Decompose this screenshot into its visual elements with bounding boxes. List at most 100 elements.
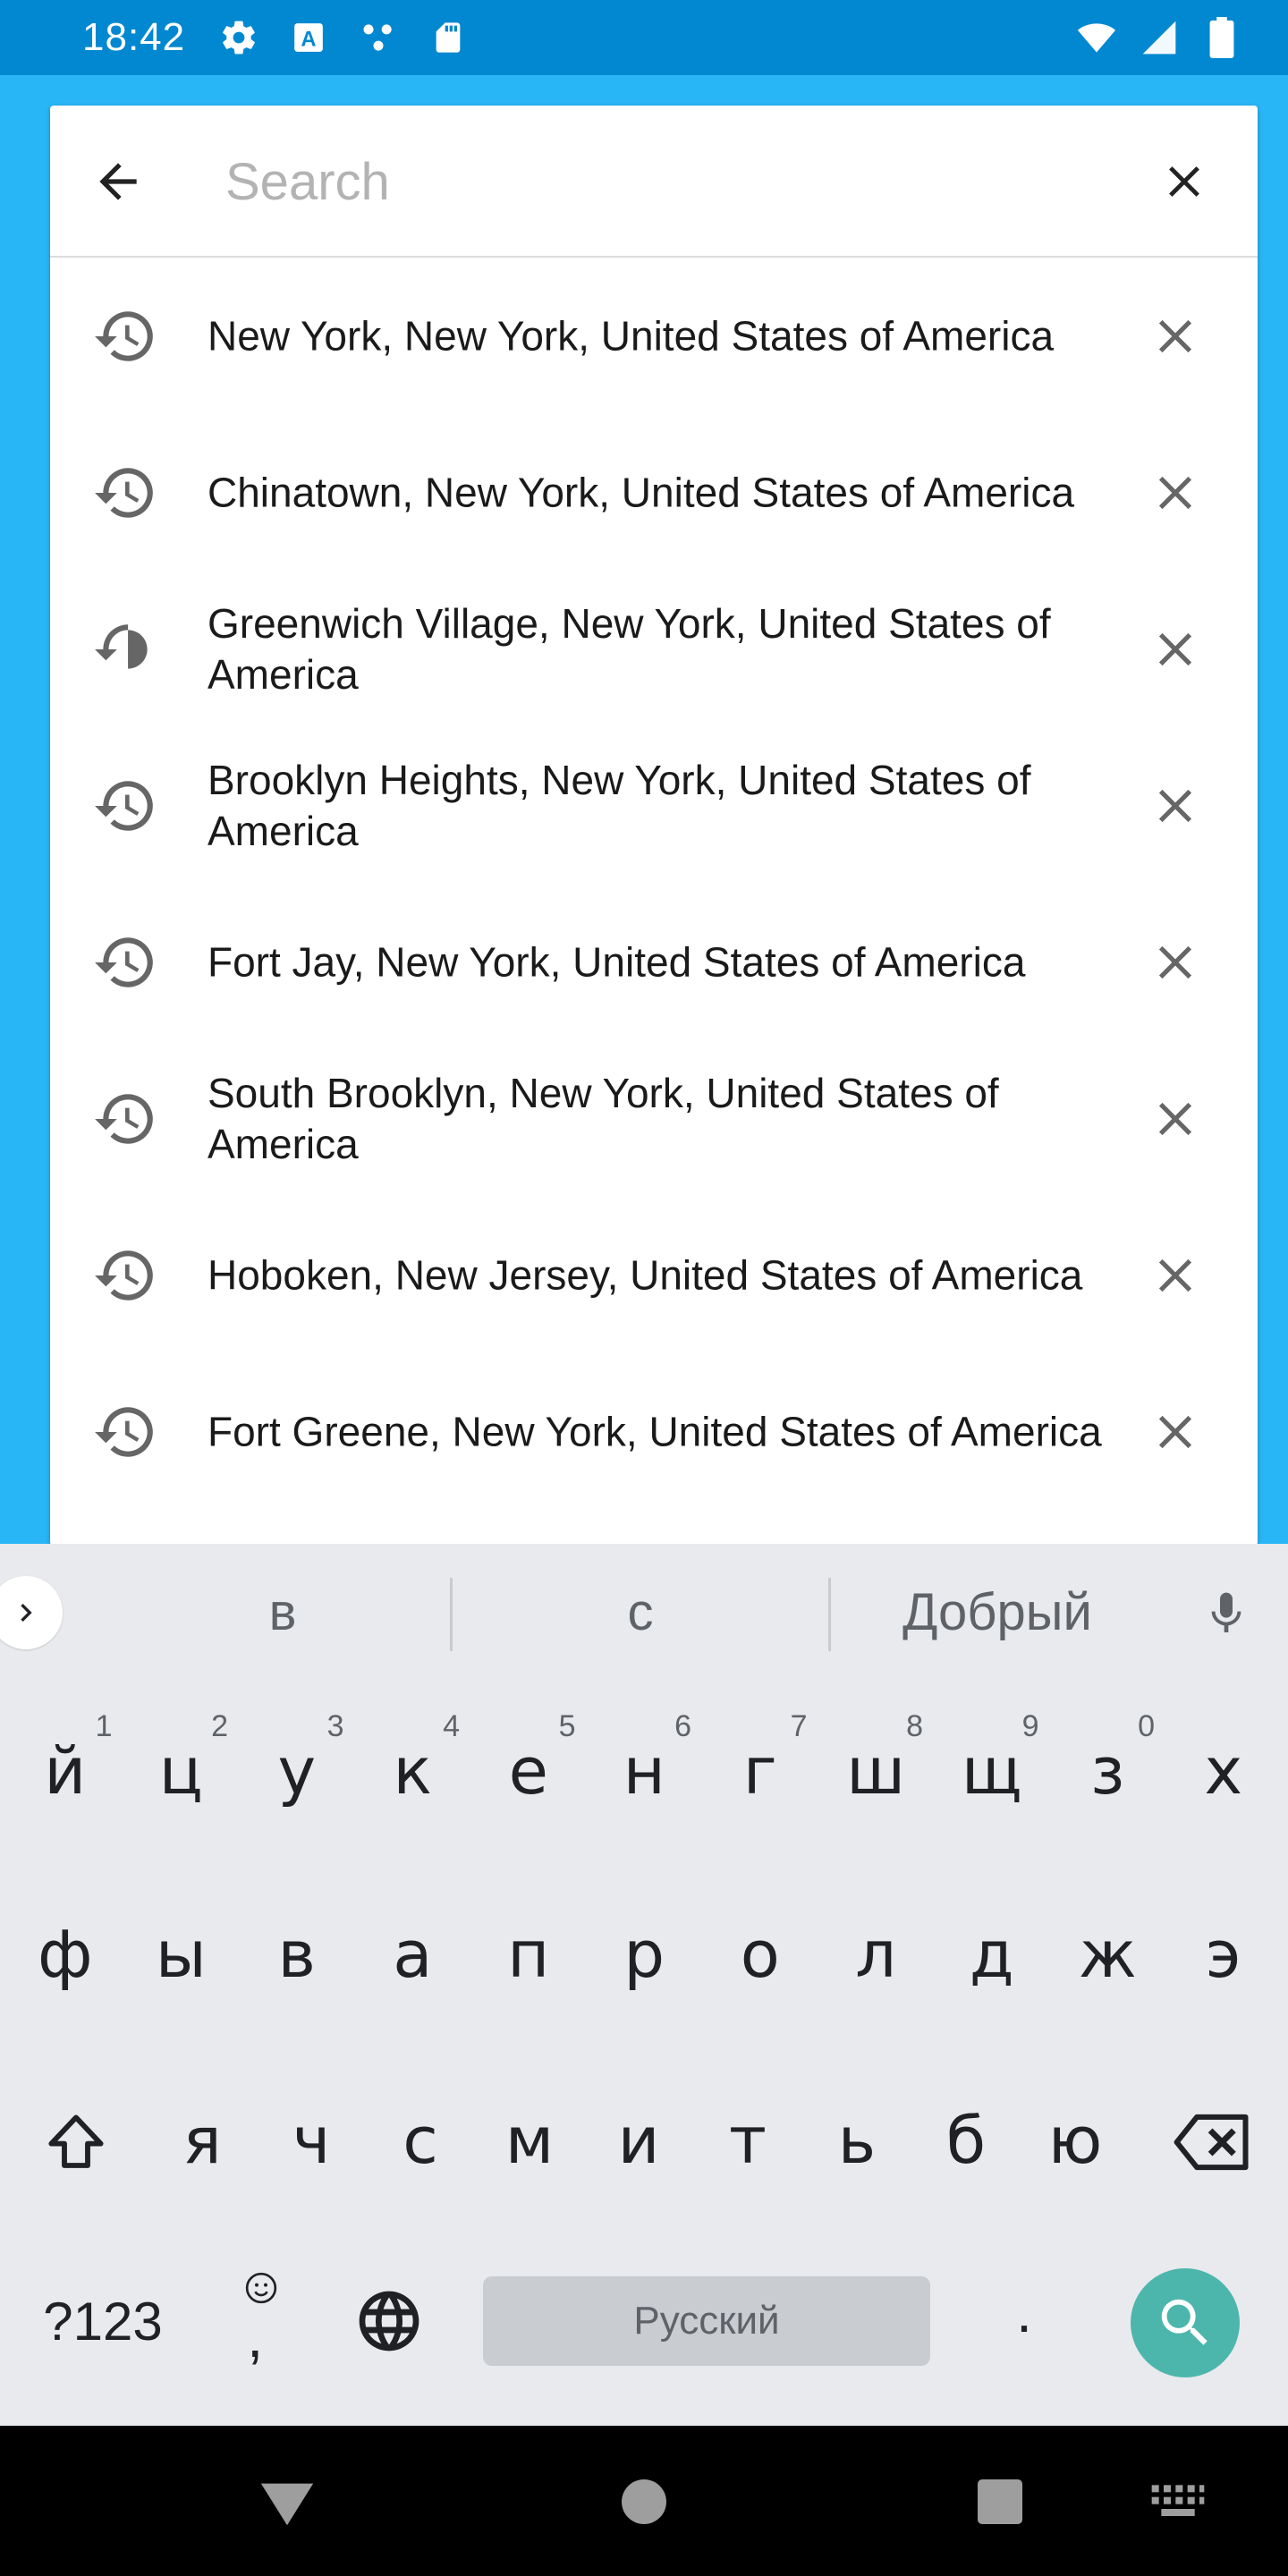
remove-item-icon[interactable] [1140,457,1211,529]
key-r2-0[interactable]: ф [7,1887,123,2021]
suggestion-1[interactable]: в [193,1576,372,1648]
back-nav-icon[interactable] [247,2462,327,2542]
remove-item-icon[interactable] [1140,1083,1211,1155]
search-key[interactable] [1131,2268,1240,2377]
key-label: я [182,2103,222,2178]
key-label: й [44,1733,87,1809]
search-card: New York, New York, United States of Ame… [50,106,1258,1546]
key-r2-9[interactable]: ж [1050,1887,1166,2021]
period-key[interactable]: . [984,2263,1064,2361]
key-label: в [277,1917,316,1992]
key-label: л [855,1917,897,1992]
key-r1-7[interactable]: ш8 [818,1704,935,1838]
remove-item-icon[interactable] [1140,614,1211,685]
history-item[interactable]: New York, New York, United States of Ame… [50,258,1258,414]
key-r3-2[interactable]: с [366,2073,475,2207]
symbols-key[interactable]: ?123 [18,2272,188,2370]
history-icon [91,615,159,683]
svg-text:A: A [301,28,317,52]
suggestion-divider [828,1578,831,1651]
history-item[interactable]: Brooklyn Heights, New York, United State… [50,727,1258,884]
key-label: г [742,1733,777,1809]
suggestion-3[interactable]: Добрый [859,1576,1136,1648]
keyboard-switch-icon[interactable] [1138,2462,1218,2542]
shift-key[interactable] [0,2093,152,2191]
key-r3-6[interactable]: ь [802,2073,911,2207]
key-hint: 9 [1021,1709,1039,1743]
suggestion-2[interactable]: с [551,1576,730,1648]
key-r2-7[interactable]: л [818,1887,935,2021]
chevron-right-icon[interactable] [0,1576,63,1649]
history-list: New York, New York, United States of Ame… [50,258,1258,1510]
key-r3-0[interactable]: я [148,2073,257,2207]
remove-item-icon[interactable] [1140,1240,1211,1311]
history-item-label: New York, New York, United States of Ame… [208,312,1055,359]
space-key[interactable]: Русский [483,2276,930,2366]
remove-item-icon[interactable] [1140,770,1211,842]
key-r1-2[interactable]: у3 [239,1704,355,1838]
key-label: р [623,1917,665,1992]
backspace-key[interactable] [1154,2093,1270,2191]
mic-icon[interactable] [1195,1578,1258,1649]
key-r1-1[interactable]: ц2 [123,1704,240,1838]
key-r1-8[interactable]: щ9 [934,1704,1050,1838]
history-item-label: Fort Greene, New York, United States of … [208,1408,1102,1454]
key-label: д [969,1917,1014,1992]
recents-nav-icon[interactable] [960,2462,1040,2542]
key-r2-6[interactable]: о [702,1887,818,2021]
key-r1-0[interactable]: й1 [7,1704,123,1838]
key-label: ь [837,2103,877,2178]
key-r3-7[interactable]: б [911,2073,1021,2207]
key-r2-4[interactable]: п [470,1887,587,2021]
home-nav-icon[interactable] [604,2462,684,2542]
history-item[interactable]: Chinatown, New York, United States of Am… [50,414,1258,571]
key-r2-10[interactable]: э [1165,1887,1282,2021]
history-icon [91,1085,159,1153]
key-label: х [1204,1733,1243,1809]
history-item[interactable]: Fort Jay, New York, United States of Ame… [50,884,1258,1040]
key-label: ж [1078,1917,1137,1992]
key-label: е [508,1733,548,1809]
wifi-icon [1077,18,1116,57]
key-hint: 3 [326,1709,344,1743]
history-icon [91,1398,159,1466]
search-input[interactable] [225,141,1120,222]
dots-icon [359,18,398,57]
key-label: ф [37,1917,93,1992]
key-r2-5[interactable]: р [587,1887,703,2021]
key-r2-2[interactable]: в [239,1887,355,2021]
key-r1-10[interactable]: х [1165,1704,1282,1838]
key-r1-9[interactable]: з0 [1050,1704,1166,1838]
key-r3-8[interactable]: ю [1021,2073,1130,2207]
key-label: з [1090,1733,1125,1809]
key-r3-4[interactable]: и [584,2073,693,2207]
clear-search-icon[interactable] [1150,148,1218,216]
key-r3-3[interactable]: м [475,2073,584,2207]
key-r1-6[interactable]: г7 [702,1704,818,1838]
key-label: о [740,1917,780,1992]
key-r1-4[interactable]: е5 [470,1704,587,1838]
key-label: щ [961,1733,1022,1809]
history-item[interactable]: South Brooklyn, New York, United States … [50,1040,1258,1197]
remove-item-icon[interactable] [1140,1396,1211,1468]
history-item[interactable]: Fort Greene, New York, United States of … [50,1353,1258,1510]
key-hint: 4 [443,1709,460,1743]
key-r2-3[interactable]: а [355,1887,471,2021]
key-r3-5[interactable]: т [693,2073,802,2207]
key-hint: 7 [790,1709,808,1743]
history-item[interactable]: Greenwich Village, New York, United Stat… [50,571,1258,727]
history-item-label: Hoboken, New Jersey, United States of Am… [208,1251,1083,1298]
history-item[interactable]: Hoboken, New Jersey, United States of Am… [50,1197,1258,1353]
key-r1-5[interactable]: н6 [587,1704,703,1838]
key-hint: 1 [95,1709,113,1743]
globe-icon[interactable] [340,2272,438,2370]
key-r3-1[interactable]: ч [257,2073,366,2207]
key-r2-8[interactable]: д [934,1887,1050,2021]
back-arrow-icon[interactable] [84,148,152,216]
history-icon [91,772,159,840]
key-r1-3[interactable]: к4 [355,1704,471,1838]
remove-item-icon[interactable] [1140,927,1211,998]
remove-item-icon[interactable] [1140,301,1211,372]
emoji-comma-key[interactable]: , [215,2263,304,2379]
key-r2-1[interactable]: ы [123,1887,240,2021]
